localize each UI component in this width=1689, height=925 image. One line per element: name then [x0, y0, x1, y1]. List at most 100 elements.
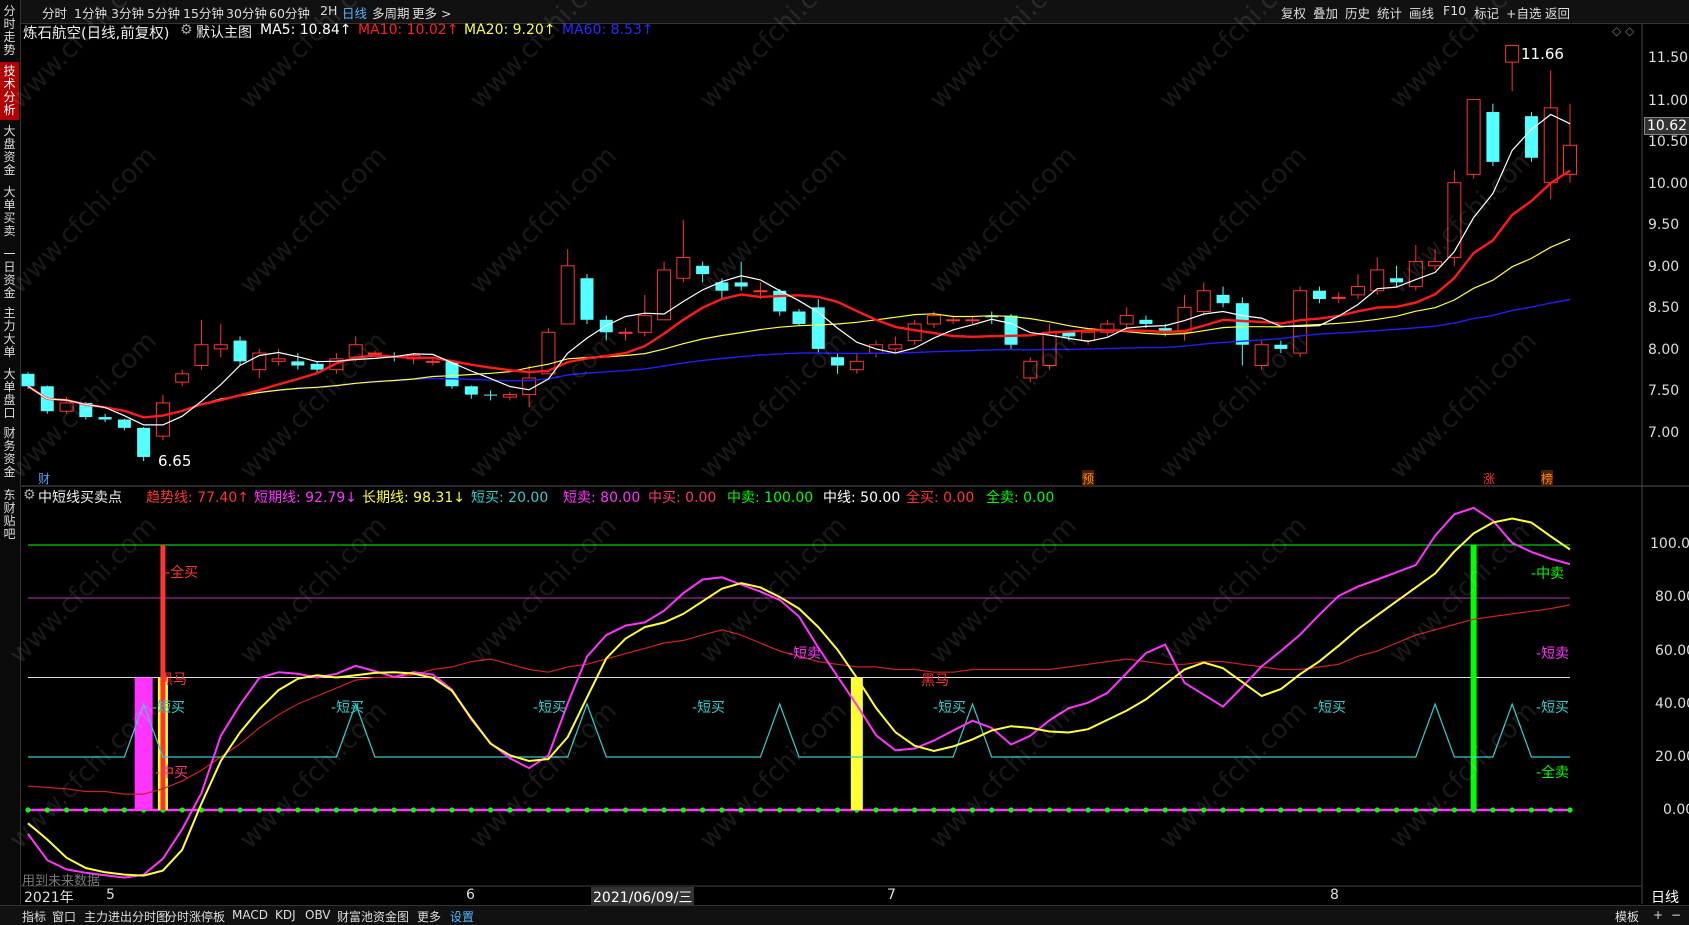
zero-dot	[1143, 807, 1149, 813]
template-button[interactable]: 模板	[1615, 908, 1639, 925]
candle-body	[213, 344, 228, 350]
indicator-name[interactable]: 默认主图	[196, 22, 252, 42]
chart-canvas[interactable]: www.cfchi.com www.cfchi.com www.cfchi.com w…	[0, 0, 1689, 924]
watermark-text: www.cfchi.com	[464, 511, 623, 670]
y-tick: 8.50	[1648, 300, 1680, 316]
y-tick: 11.50	[1648, 50, 1689, 66]
watermark-text: www.cfchi.com	[464, 0, 623, 115]
zero-dot	[121, 807, 127, 813]
watermark-text: www.cfchi.com	[694, 0, 853, 115]
watermark-text: www.cfchi.com	[1154, 0, 1313, 115]
panel-options-icon[interactable]: ◇ ◇	[1612, 24, 1634, 38]
settings-icon[interactable]: ⚙	[180, 22, 193, 38]
watermark-text: www.cfchi.com	[1154, 511, 1313, 670]
current-price-tag: 10.62	[1644, 117, 1689, 135]
zero-dot	[892, 807, 898, 813]
watermark-text: www.cfchi.com	[694, 696, 853, 855]
zero-dot	[622, 807, 629, 813]
event-marker-cai[interactable]: 财	[38, 470, 50, 487]
annotation-zhongmai-sell: -中卖	[1531, 566, 1565, 582]
watermark-text: www.cfchi.com	[234, 326, 393, 485]
candle-body	[888, 344, 903, 350]
zero-dot	[1297, 807, 1303, 813]
zero-dot	[777, 807, 783, 813]
candle-body	[1139, 319, 1153, 324]
watermark-text: www.cfchi.com	[1154, 696, 1313, 855]
sub-y-tick: 40.00	[1655, 696, 1689, 712]
watermark-text: www.cfchi.com	[234, 0, 393, 115]
candle-body	[580, 278, 594, 320]
sub-settings-icon[interactable]: ⚙	[23, 487, 36, 503]
zero-dot	[642, 807, 648, 813]
watermark-text: www.cfchi.com	[4, 0, 163, 115]
zero-dot	[603, 807, 609, 813]
zero-dot	[873, 807, 879, 813]
candle-body	[425, 360, 440, 363]
watermark-text: www.cfchi.com	[464, 696, 623, 855]
tab-settings[interactable]: 设置	[450, 908, 474, 925]
zero-dot	[1355, 807, 1361, 813]
zero-dot	[912, 807, 918, 813]
tab-kdj[interactable]: KDJ	[275, 908, 296, 922]
watermark-text: www.cfchi.com	[4, 141, 163, 300]
annotation-heima: 黑马	[921, 673, 949, 689]
sub-indicator-name[interactable]: 中短线买卖点	[38, 487, 122, 507]
zoom-out-button[interactable]: −	[1671, 908, 1681, 922]
tab-obv[interactable]: OBV	[305, 908, 331, 922]
candle-body	[117, 419, 131, 428]
tab-zhibiao[interactable]: 指标	[22, 908, 46, 925]
x-label: 2021年	[24, 890, 74, 906]
zero-dot	[314, 807, 320, 813]
candle-body	[773, 290, 787, 312]
zero-dot	[1085, 807, 1091, 813]
period-label: 日线	[1651, 890, 1679, 906]
candle-body	[1331, 296, 1346, 299]
watermark-text: www.cfchi.com	[1384, 141, 1543, 300]
tab-macd[interactable]: MACD	[232, 908, 268, 922]
zero-dot	[815, 807, 821, 813]
candle-body	[907, 323, 922, 342]
zero-dot	[1162, 807, 1168, 813]
candle-body	[271, 358, 286, 362]
watermark-text: www.cfchi.com	[464, 141, 623, 300]
event-marker-zhang[interactable]: 涨	[1483, 470, 1495, 487]
indicator-series: www.cfchi.com www.cfchi.com www.cfchi.com w…	[4, 0, 1573, 879]
tab-chuangkou[interactable]: 窗口	[52, 908, 76, 925]
candle-body	[734, 282, 748, 287]
zero-dot	[353, 807, 359, 813]
candle-body	[965, 319, 980, 322]
candle-body	[1563, 144, 1577, 175]
annotation-duanmai: -短买	[692, 700, 726, 716]
zero-dot	[1259, 807, 1265, 813]
tab-fenshi-zhangting[interactable]: 分时涨停板	[165, 908, 225, 925]
zero-dot	[468, 807, 474, 813]
x-label: 7	[887, 887, 896, 903]
y-tick: 10.50	[1648, 134, 1689, 150]
signal-bar	[134, 677, 153, 810]
zoom-in-button[interactable]: +	[1653, 908, 1663, 922]
stock-title: 炼石航空(日线,前复权)	[23, 26, 170, 42]
event-marker-bang[interactable]: 榜	[1541, 470, 1554, 487]
x-label: 8	[1330, 887, 1339, 903]
tab-more[interactable]: 更多	[417, 908, 441, 925]
tab-caifuchi[interactable]: 财富池资金图	[337, 908, 409, 925]
zero-dot	[1393, 807, 1400, 813]
long-line-label: 长期线: 98.31↓	[362, 490, 465, 506]
zero-dot	[449, 807, 455, 813]
short-buy-label: 短买: 20.00	[471, 490, 549, 506]
watermark-text: www.cfchi.com	[1154, 141, 1313, 300]
event-marker-yu[interactable]: 预	[1082, 470, 1095, 487]
zero-dot	[931, 807, 937, 813]
candle-body	[637, 315, 652, 333]
candle-body	[502, 394, 517, 398]
zero-dot	[1239, 807, 1245, 813]
candle-body	[1543, 107, 1558, 184]
annotation-duanmai-sell: -短卖	[1536, 646, 1570, 662]
annotation-duanmai: -短买	[1536, 700, 1570, 716]
candle-body	[464, 386, 478, 395]
annotation-duanmai: -短买	[152, 700, 186, 716]
tab-zhuli-fenshi[interactable]: 主力进出分时图	[84, 908, 168, 925]
zero-dot	[237, 807, 243, 813]
candle-body	[849, 360, 864, 371]
y-tick: 8.00	[1648, 342, 1680, 358]
